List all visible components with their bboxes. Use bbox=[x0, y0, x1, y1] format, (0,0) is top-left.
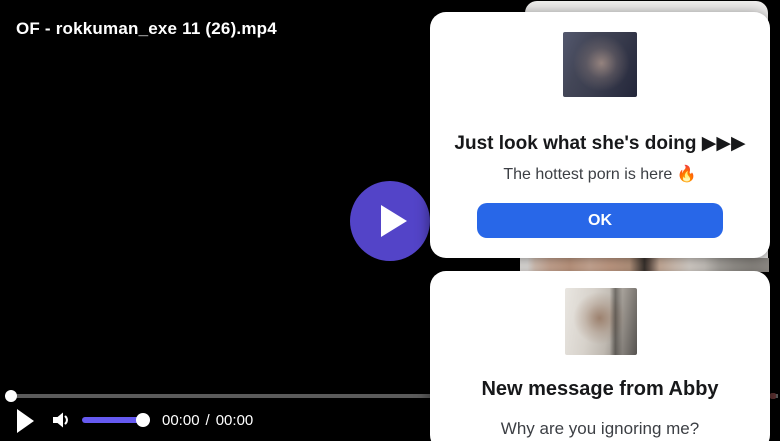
message-thumbnail-photo[interactable] bbox=[565, 288, 637, 355]
time-total: 00:00 bbox=[216, 412, 254, 429]
volume-slider[interactable] bbox=[82, 417, 150, 423]
time-separator: / bbox=[206, 412, 210, 429]
time-current: 00:00 bbox=[162, 412, 200, 429]
volume-thumb[interactable] bbox=[136, 413, 150, 427]
play-icon bbox=[17, 409, 34, 433]
ok-button[interactable]: OK bbox=[477, 203, 723, 238]
popup-offer: Just look what she's doing ▶▶▶ The hotte… bbox=[430, 12, 770, 258]
volume-button[interactable] bbox=[49, 408, 73, 432]
play-icon bbox=[381, 205, 407, 237]
seek-end-marker bbox=[770, 393, 776, 399]
offer-heading: Just look what she's doing ▶▶▶ bbox=[430, 132, 770, 155]
background-popup-photo-sliver bbox=[520, 258, 769, 272]
offer-subtext: The hottest porn is here 🔥 bbox=[430, 164, 770, 184]
seek-thumb[interactable] bbox=[5, 390, 17, 402]
popup-message: New message from Abby Why are you ignori… bbox=[430, 271, 770, 441]
big-play-button[interactable] bbox=[350, 181, 430, 261]
message-heading: New message from Abby bbox=[430, 378, 770, 401]
page: OF - rokkuman_exe 11 (26).mp4 00:00 / 00… bbox=[0, 0, 780, 441]
video-title: OF - rokkuman_exe 11 (26).mp4 bbox=[16, 19, 277, 39]
time-display: 00:00 / 00:00 bbox=[162, 412, 253, 429]
message-subtext: Why are you ignoring me? bbox=[430, 419, 770, 439]
offer-thumbnail-photo[interactable] bbox=[563, 32, 637, 97]
speaker-icon bbox=[49, 408, 73, 432]
play-button[interactable] bbox=[17, 408, 37, 434]
